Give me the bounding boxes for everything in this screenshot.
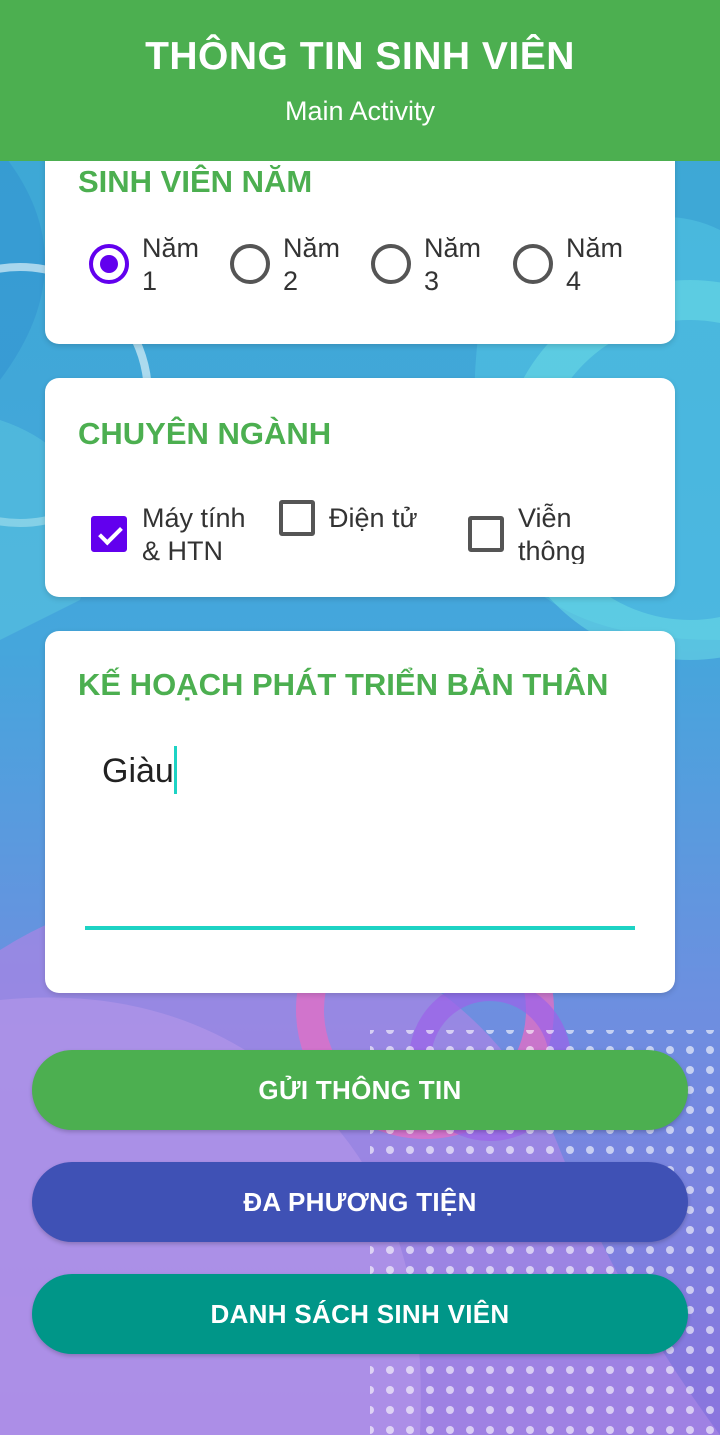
radio-year-1-label: Năm 1 xyxy=(142,233,200,296)
radio-year-4-label: Năm 4 xyxy=(566,233,624,296)
radio-year-3-label: Năm 3 xyxy=(424,233,482,296)
radio-year-1[interactable]: Năm 1 xyxy=(89,232,224,302)
app-title: THÔNG TIN SINH VIÊN xyxy=(145,35,575,78)
radio-checked-icon xyxy=(89,244,129,284)
checkbox-checked-icon xyxy=(91,516,127,552)
plan-section-title: KẾ HOẠCH PHÁT TRIỂN BẢN THÂN xyxy=(78,667,609,702)
radio-unchecked-icon xyxy=(230,244,270,284)
checkbox-electronics[interactable]: Điện tử xyxy=(279,500,439,540)
radio-year-3[interactable]: Năm 3 xyxy=(371,232,506,302)
radio-year-2-label: Năm 2 xyxy=(283,233,341,296)
checkbox-computer-htn-label: Máy tính & HTN xyxy=(142,503,246,566)
text-caret xyxy=(174,746,177,794)
major-section-title: CHUYÊN NGÀNH xyxy=(78,416,332,451)
app-subtitle: Main Activity xyxy=(284,96,436,126)
checkbox-computer-htn[interactable]: Máy tính & HTN xyxy=(91,502,266,572)
checkbox-telecom-label: Viễn thông xyxy=(518,503,586,564)
checkbox-telecom[interactable]: Viễn thông xyxy=(468,502,618,564)
multimedia-button[interactable]: ĐA PHƯƠNG TIỆN xyxy=(32,1162,688,1242)
radio-unchecked-icon xyxy=(513,244,553,284)
plan-input-value: Giàu xyxy=(102,752,174,790)
student-list-button[interactable]: DANH SÁCH SINH VIÊN xyxy=(32,1274,688,1354)
checkbox-unchecked-icon xyxy=(279,500,315,536)
checkbox-unchecked-icon xyxy=(468,516,504,552)
app-header: THÔNG TIN SINH VIÊN Main Activity xyxy=(0,0,720,161)
plan-input-underline xyxy=(85,926,635,930)
checkbox-electronics-label: Điện tử xyxy=(329,503,418,533)
radio-unchecked-icon xyxy=(371,244,411,284)
radio-year-2[interactable]: Năm 2 xyxy=(230,232,365,302)
send-info-button[interactable]: GỬI THÔNG TIN xyxy=(32,1050,688,1130)
radio-year-4[interactable]: Năm 4 xyxy=(513,232,648,302)
year-section-title: SINH VIÊN NĂM xyxy=(78,164,313,199)
